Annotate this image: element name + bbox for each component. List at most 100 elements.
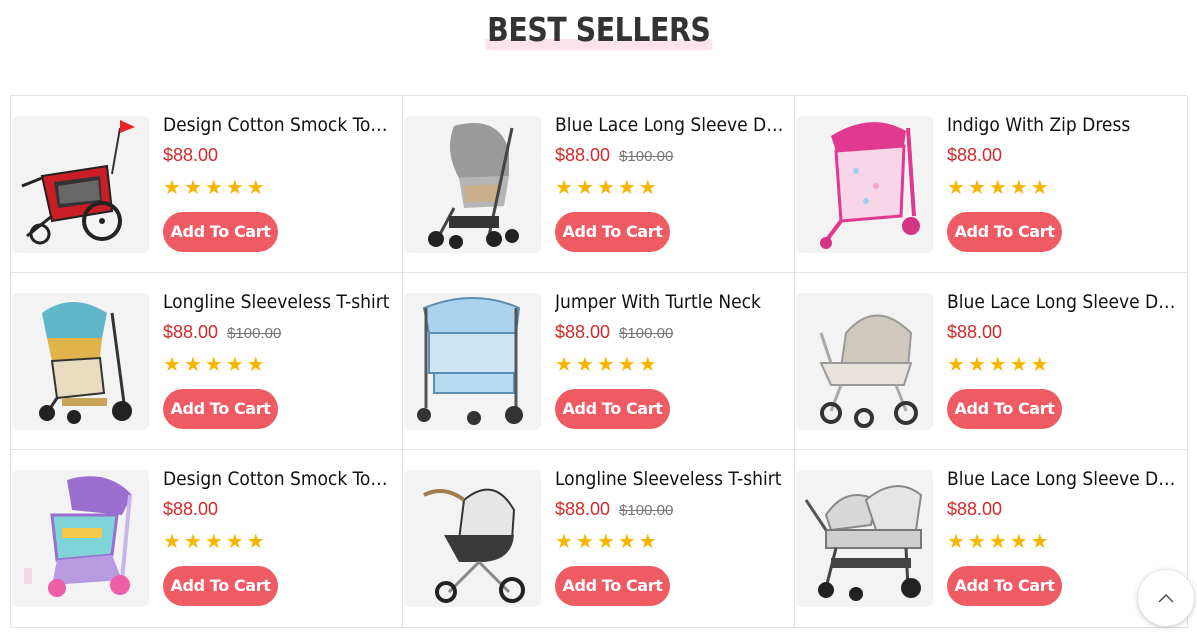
section-header: BEST SELLERS <box>0 10 1197 50</box>
product-name[interactable]: Indigo With Zip Dress <box>947 112 1179 138</box>
product-image[interactable] <box>796 116 933 253</box>
stroller-image <box>423 488 525 603</box>
product-price: $88.00 <box>947 499 1003 519</box>
product-image[interactable] <box>404 116 541 253</box>
star-icon: ★ <box>575 531 594 553</box>
product-name[interactable]: Longline Sleeveless T-shirt <box>555 466 787 492</box>
product-image[interactable] <box>12 293 149 430</box>
product-card: Longline Sleeveless T-shirt $88.00 $100.0… <box>11 273 403 450</box>
product-image[interactable] <box>796 293 933 430</box>
star-icon: ★ <box>596 531 615 553</box>
rating-stars: ★ ★ ★ ★ ★ <box>163 177 395 199</box>
star-icon: ★ <box>947 354 965 376</box>
product-old-price: $100.00 <box>619 325 674 342</box>
star-icon: ★ <box>1009 531 1028 553</box>
product-image[interactable] <box>12 116 149 253</box>
star-icon: ★ <box>638 531 657 553</box>
rating-stars: ★ ★ ★ ★ ★ <box>947 354 1179 376</box>
product-name[interactable]: Blue Lace Long Sleeve Dress <box>947 466 1179 492</box>
star-icon: ★ <box>204 354 223 376</box>
star-icon: ★ <box>204 531 223 553</box>
product-price: $88.00 <box>555 499 611 519</box>
product-old-price: $100.00 <box>619 502 674 519</box>
star-icon: ★ <box>246 354 265 376</box>
add-to-cart-button[interactable]: Add To Cart <box>163 212 278 252</box>
stroller-image <box>24 476 132 597</box>
add-to-cart-button[interactable]: Add To Cart <box>555 212 670 252</box>
rating-stars: ★ ★ ★ ★ ★ <box>163 531 395 553</box>
star-icon: ★ <box>555 531 573 553</box>
product-card: Blue Lace Long Sleeve Dress $88.00 $100.0… <box>403 96 795 273</box>
scroll-to-top-button[interactable] <box>1138 570 1194 626</box>
star-icon: ★ <box>1030 177 1049 199</box>
product-image[interactable] <box>796 470 933 607</box>
product-grid: Design Cotton Smock Top I... $88.00 ★ ★ ★ ★… <box>10 95 1188 628</box>
star-icon: ★ <box>204 177 223 199</box>
star-icon: ★ <box>1009 354 1028 376</box>
star-icon: ★ <box>967 354 986 376</box>
add-to-cart-button[interactable]: Add To Cart <box>555 566 670 606</box>
star-icon: ★ <box>988 354 1007 376</box>
star-icon: ★ <box>163 531 181 553</box>
product-name[interactable]: Blue Lace Long Sleeve Dress <box>555 112 787 138</box>
rating-stars: ★ ★ ★ ★ ★ <box>555 531 787 553</box>
product-name[interactable]: Longline Sleeveless T-shirt <box>163 289 395 315</box>
product-card: Blue Lace Long Sleeve Dress $88.00 ★ ★ ★ ★ ★… <box>795 450 1188 628</box>
product-name[interactable]: Blue Lace Long Sleeve Dress <box>947 289 1179 315</box>
star-icon: ★ <box>183 531 202 553</box>
product-price: $88.00 <box>555 322 611 342</box>
product-old-price: $100.00 <box>227 325 282 342</box>
product-price: $88.00 <box>163 145 219 165</box>
product-price: $88.00 <box>555 145 611 165</box>
product-price: $88.00 <box>163 499 219 519</box>
star-icon: ★ <box>555 177 573 199</box>
star-icon: ★ <box>988 177 1007 199</box>
star-icon: ★ <box>596 177 615 199</box>
product-name[interactable]: Design Cotton Smock Top I... <box>163 466 395 492</box>
star-icon: ★ <box>575 177 594 199</box>
star-icon: ★ <box>988 531 1007 553</box>
rating-stars: ★ ★ ★ ★ ★ <box>947 177 1179 199</box>
product-image[interactable] <box>404 293 541 430</box>
product-price: $88.00 <box>947 322 1003 342</box>
stroller-image <box>428 123 519 249</box>
star-icon: ★ <box>163 354 181 376</box>
product-image[interactable] <box>12 470 149 607</box>
product-name[interactable]: Jumper With Turtle Neck <box>555 289 787 315</box>
section-title: BEST SELLERS <box>485 10 712 50</box>
star-icon: ★ <box>1030 354 1049 376</box>
star-icon: ★ <box>967 177 986 199</box>
rating-stars: ★ ★ ★ ★ ★ <box>163 354 395 376</box>
add-to-cart-button[interactable]: Add To Cart <box>947 566 1062 606</box>
star-icon: ★ <box>617 354 636 376</box>
star-icon: ★ <box>555 354 573 376</box>
product-price: $88.00 <box>163 322 219 342</box>
star-icon: ★ <box>183 177 202 199</box>
star-icon: ★ <box>1030 531 1049 553</box>
star-icon: ★ <box>967 531 986 553</box>
star-icon: ★ <box>225 531 244 553</box>
product-old-price: $100.00 <box>619 148 674 165</box>
stroller-image <box>39 302 132 424</box>
chevron-up-icon <box>1158 594 1174 603</box>
star-icon: ★ <box>596 354 615 376</box>
star-icon: ★ <box>225 354 244 376</box>
star-icon: ★ <box>225 177 244 199</box>
add-to-cart-button[interactable]: Add To Cart <box>163 566 278 606</box>
rating-stars: ★ ★ ★ ★ ★ <box>947 531 1179 553</box>
star-icon: ★ <box>183 354 202 376</box>
add-to-cart-button[interactable]: Add To Cart <box>947 389 1062 429</box>
add-to-cart-button[interactable]: Add To Cart <box>947 212 1062 252</box>
stroller-image <box>417 297 523 425</box>
product-card: Design Cotton Smock Top I... $88.00 ★ ★ ★ ★… <box>11 96 403 273</box>
add-to-cart-button[interactable]: Add To Cart <box>555 389 670 429</box>
star-icon: ★ <box>617 531 636 553</box>
add-to-cart-button[interactable]: Add To Cart <box>163 389 278 429</box>
product-card: Jumper With Turtle Neck $88.00 $100.00 ★ ★… <box>403 273 795 450</box>
product-image[interactable] <box>404 470 541 607</box>
product-name[interactable]: Design Cotton Smock Top I... <box>163 112 395 138</box>
star-icon: ★ <box>617 177 636 199</box>
star-icon: ★ <box>947 531 965 553</box>
rating-stars: ★ ★ ★ ★ ★ <box>555 354 787 376</box>
star-icon: ★ <box>638 354 657 376</box>
